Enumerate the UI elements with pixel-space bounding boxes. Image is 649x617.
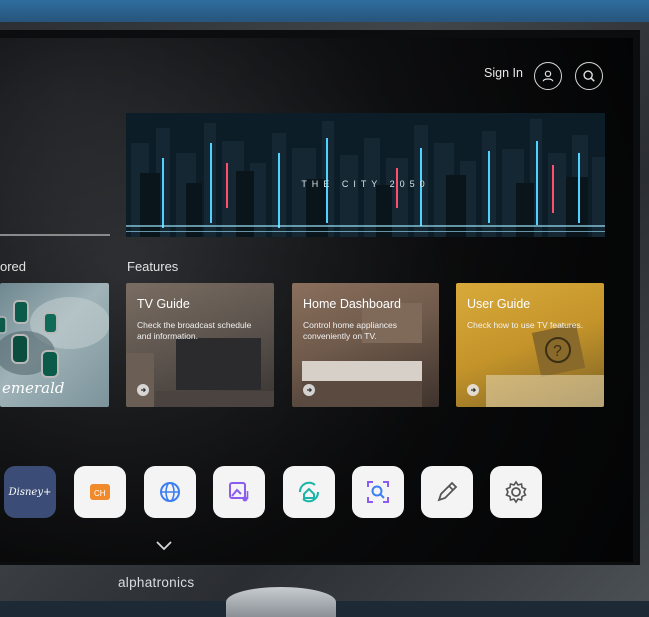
card-emerald[interactable]: emerald (0, 283, 109, 407)
sign-in-link[interactable]: Sign In (484, 66, 523, 80)
card-arrow-button[interactable] (137, 384, 149, 396)
live-channel-icon: CH (90, 484, 110, 500)
chevron-down-icon[interactable] (154, 540, 174, 552)
card-description: Check the broadcast schedule and informa… (137, 320, 252, 341)
pencil-icon (437, 481, 458, 502)
app-gallery[interactable] (213, 466, 265, 518)
card-title: TV Guide (137, 297, 190, 311)
arrow-right-icon (307, 387, 313, 393)
home-sync-icon (298, 481, 320, 503)
card-title: Home Dashboard (303, 297, 401, 311)
section-title-explored: ored (0, 259, 27, 274)
app-settings[interactable] (490, 466, 542, 518)
card-description: Check how to use TV features. (467, 320, 584, 330)
tv-stand-element (226, 587, 336, 617)
search-icon (583, 70, 595, 82)
hero-progress-bar (0, 234, 110, 236)
tv-screen: Sign In THE CITY 2050 ored Features emer… (0, 38, 633, 562)
arrow-right-icon (471, 387, 477, 393)
brand-logo: alphatronics (118, 575, 195, 590)
card-user-guide[interactable]: ? User Guide Check how to use TV feature… (456, 283, 604, 407)
gallery-music-icon (229, 482, 249, 502)
card-tv-guide[interactable]: TV Guide Check the broadcast schedule an… (126, 283, 274, 407)
gear-icon (505, 480, 527, 504)
app-live-channel[interactable]: CH (74, 466, 126, 518)
card-title: User Guide (467, 297, 531, 311)
section-title-features: Features (127, 259, 179, 274)
emerald-wordmark: emerald (2, 379, 65, 397)
card-home-dashboard[interactable]: Home Dashboard Control home appliances c… (292, 283, 439, 407)
search-button[interactable] (575, 62, 603, 90)
profile-button[interactable] (534, 62, 562, 90)
globe-icon (160, 482, 180, 502)
hero-banner[interactable]: THE CITY 2050 (126, 113, 605, 237)
lens-search-icon (367, 481, 389, 503)
hero-title: THE CITY 2050 (301, 179, 430, 189)
card-arrow-button[interactable] (303, 384, 315, 396)
disney-plus-logo: Disney+ (8, 486, 52, 498)
arrow-right-icon (141, 387, 147, 393)
app-disney-plus[interactable]: Disney+ (4, 466, 56, 518)
app-home-hub[interactable] (283, 466, 335, 518)
profile-icon (542, 70, 554, 82)
channel-label: CH (94, 489, 106, 498)
card-arrow-button[interactable] (467, 384, 479, 396)
app-visual-search[interactable] (352, 466, 404, 518)
svg-text:?: ? (553, 343, 562, 360)
card-description: Control home appliances conveniently on … (303, 320, 398, 341)
city-skyline-illustration (126, 113, 605, 237)
app-edit[interactable] (421, 466, 473, 518)
app-web-browser[interactable] (144, 466, 196, 518)
